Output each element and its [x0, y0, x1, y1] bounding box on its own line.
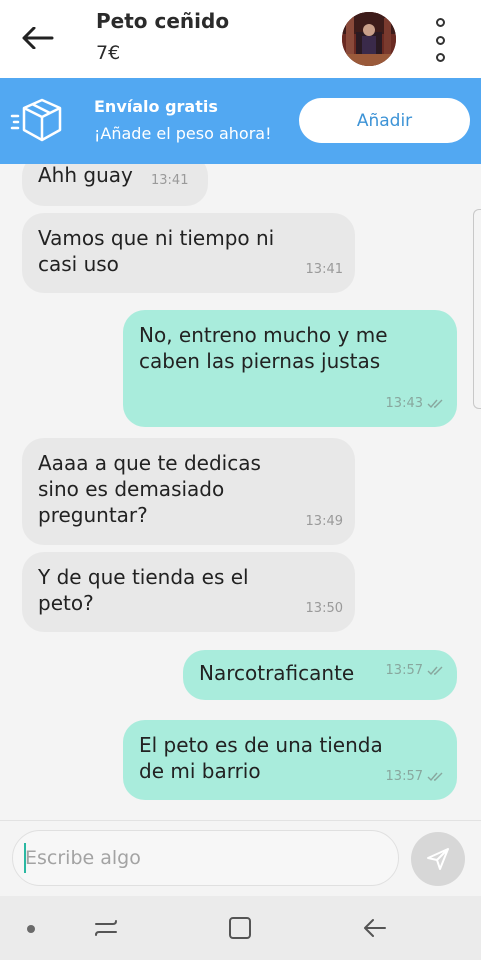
message-time: 13:57	[385, 663, 423, 678]
banner-title: Envíalo gratis	[94, 97, 218, 116]
composer	[0, 820, 481, 896]
banner-subtitle: ¡Añade el peso ahora!	[94, 124, 272, 143]
chat-header: Peto ceñido 7€	[0, 0, 481, 78]
message-outgoing: Narcotraficante 13:57	[183, 650, 457, 700]
message-text: No, entreno mucho y me caben las piernas…	[139, 323, 388, 373]
back-arrow-icon[interactable]	[18, 22, 58, 54]
nav-dot	[27, 925, 35, 933]
message-text: Vamos que ni tiempo ni casi uso	[38, 226, 275, 276]
message-input[interactable]	[12, 830, 399, 886]
message-time: 13:43	[385, 396, 423, 411]
read-check-icon	[427, 399, 443, 409]
message-time: 13:49	[305, 514, 343, 529]
chat-screen: Peto ceñido 7€ Envíalo gratis ¡Añade el …	[0, 0, 481, 960]
read-check-icon	[427, 772, 443, 782]
message-text: Narcotraficante	[199, 661, 355, 685]
read-check-icon	[427, 666, 443, 676]
message-list[interactable]: Ahh guay 13:41 Vamos que ni tiempo ni ca…	[0, 164, 481, 820]
kebab-menu-icon[interactable]	[428, 18, 452, 62]
message-time: 13:41	[305, 262, 343, 277]
message-text: Y de que tienda es el peto?	[38, 565, 249, 615]
message-incoming: Aaaa a que te dedicas sino es demasiado …	[22, 438, 355, 545]
shipping-banner: Envíalo gratis ¡Añade el peso ahora! Aña…	[0, 78, 481, 164]
message-text: Ahh guay	[38, 164, 133, 187]
scrollbar[interactable]	[473, 209, 481, 409]
box-icon	[10, 96, 66, 146]
item-title[interactable]: Peto ceñido	[96, 9, 229, 33]
avatar[interactable]	[342, 12, 396, 66]
message-incoming: Vamos que ni tiempo ni casi uso 13:41	[22, 213, 355, 293]
message-incoming: Y de que tienda es el peto? 13:50	[22, 552, 355, 632]
message-time: 13:57	[385, 769, 423, 784]
back-icon[interactable]	[355, 908, 395, 948]
message-text: Aaaa a que te dedicas sino es demasiado …	[38, 451, 261, 527]
send-icon[interactable]	[411, 832, 465, 886]
message-time: 13:50	[305, 601, 343, 616]
item-price: 7€	[96, 42, 121, 64]
message-time: 13:41	[151, 173, 189, 188]
home-icon[interactable]	[220, 908, 260, 948]
text-cursor	[24, 843, 26, 873]
message-outgoing: El peto es de una tienda de mi barrio 13…	[123, 720, 457, 800]
add-weight-button[interactable]: Añadir	[299, 98, 470, 143]
message-incoming: Ahh guay 13:41	[22, 164, 208, 206]
recent-apps-icon[interactable]	[86, 908, 126, 948]
message-outgoing: No, entreno mucho y me caben las piernas…	[123, 310, 457, 427]
